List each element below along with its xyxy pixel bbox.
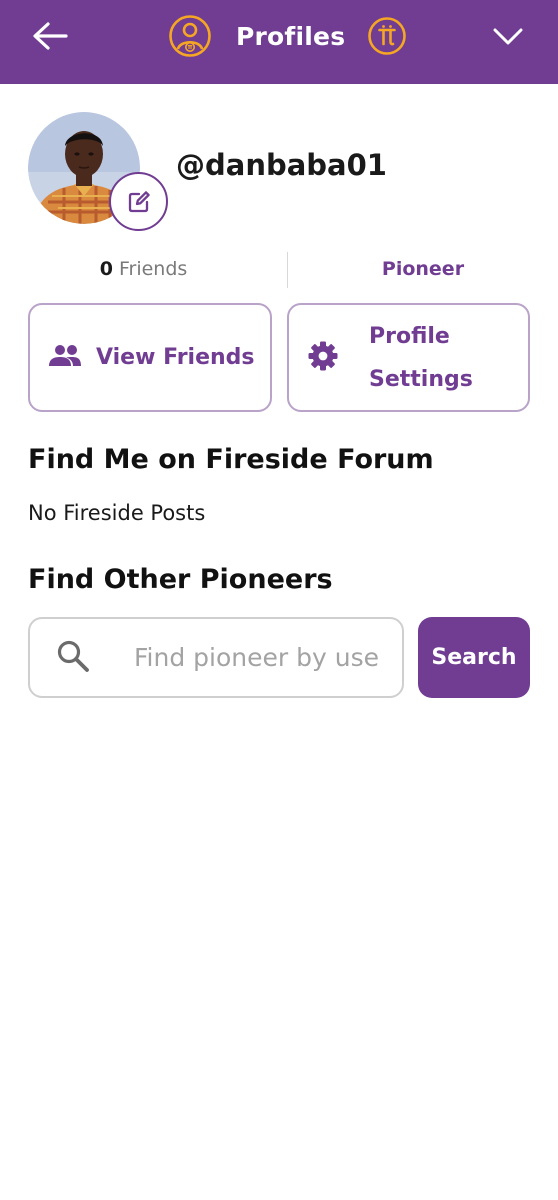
pencil-edit-icon <box>128 190 150 212</box>
search-icon <box>57 640 89 672</box>
profile-settings-button[interactable]: Profile Settings <box>287 303 530 412</box>
edit-avatar-button[interactable] <box>109 172 168 231</box>
back-button[interactable] <box>28 18 72 54</box>
view-friends-label: View Friends <box>96 345 255 370</box>
view-friends-button[interactable]: View Friends <box>28 303 272 412</box>
menu-dropdown-button[interactable] <box>490 18 526 54</box>
chevron-down-icon <box>493 28 523 45</box>
profile-settings-label-line2: Settings <box>369 366 473 392</box>
username: @danbaba01 <box>176 148 387 182</box>
friends-count: 0 <box>99 258 113 280</box>
search-button[interactable]: Search <box>418 617 530 698</box>
fireside-section-title: Find Me on Fireside Forum <box>28 444 434 475</box>
search-icon-wrap <box>56 639 90 677</box>
profile-settings-label-line1: Profile <box>369 323 450 349</box>
app-header: Profiles <box>0 0 558 84</box>
friends-count-stat: 0 Friends <box>0 258 287 280</box>
friends-label: Friends <box>118 258 188 280</box>
role-badge: Pioneer <box>381 258 465 280</box>
profile-circle-icon <box>169 15 211 57</box>
page-title: Profiles <box>236 21 346 51</box>
gear-icon-wrap <box>307 340 339 376</box>
pi-coin-icon <box>368 17 407 55</box>
fireside-empty-text: No Fireside Posts <box>28 501 206 525</box>
gear-icon <box>308 341 338 370</box>
people-icon <box>49 344 81 366</box>
arrow-left-icon <box>33 22 68 50</box>
profile-stats: 0 Friends Pioneer <box>0 252 558 290</box>
header-title-group: Profiles <box>168 12 407 60</box>
find-pioneers-title: Find Other Pioneers <box>28 564 333 595</box>
profile-settings-label: Profile Settings <box>369 315 473 401</box>
people-icon-wrap <box>48 344 82 372</box>
search-field[interactable] <box>28 617 404 698</box>
search-input[interactable] <box>134 643 378 672</box>
